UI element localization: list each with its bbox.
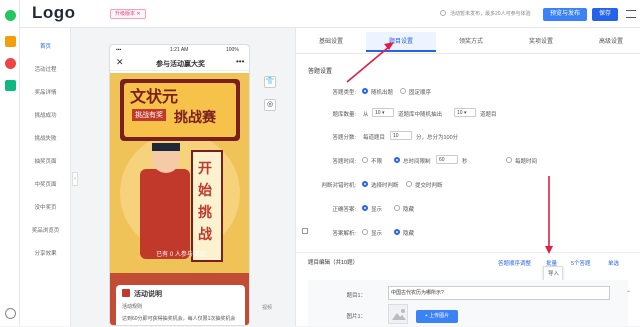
- annotation-arrows: [346, 42, 553, 254]
- annotation-arrow-1: [346, 45, 391, 83]
- annotation-arrowhead-2: [545, 246, 553, 254]
